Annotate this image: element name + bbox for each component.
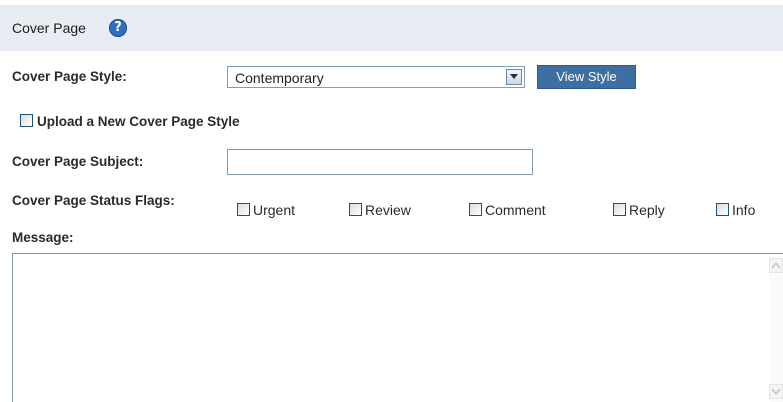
flag-urgent-checkbox[interactable] [237,203,250,216]
cover-style-value: Contemporary [235,70,324,86]
status-flags-label: Cover Page Status Flags: [12,193,175,208]
section-title: Cover Page [12,20,86,36]
section-header: Cover Page ? [0,5,783,51]
upload-style-label: Upload a New Cover Page Style [37,114,240,129]
view-style-button[interactable]: View Style [537,65,636,89]
flag-review-checkbox[interactable] [349,203,362,216]
flag-info-label: Info [732,202,756,218]
flag-reply-checkbox[interactable] [613,203,626,216]
flag-urgent-label: Urgent [253,202,296,218]
flag-comment-label: Comment [485,202,546,218]
cover-subject-input[interactable] [227,149,533,175]
scroll-up-icon[interactable] [769,258,783,273]
message-label: Message: [12,230,74,245]
chevron-down-icon[interactable] [506,69,522,85]
flag-reply-label: Reply [629,202,665,218]
upload-style-checkbox[interactable] [20,114,33,127]
help-icon[interactable]: ? [109,19,127,37]
flag-review-label: Review [365,202,411,218]
cover-style-select[interactable]: Contemporary [227,66,525,88]
flag-info-checkbox[interactable] [716,203,729,216]
message-textarea[interactable] [12,253,783,402]
cover-style-label: Cover Page Style: [12,69,127,84]
cover-subject-label: Cover Page Subject: [12,154,144,169]
message-scrollbar[interactable] [769,256,783,402]
flag-comment-checkbox[interactable] [469,203,482,216]
scroll-down-icon[interactable] [769,384,783,399]
